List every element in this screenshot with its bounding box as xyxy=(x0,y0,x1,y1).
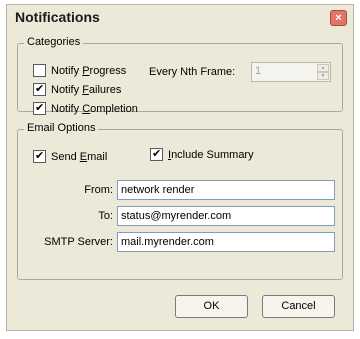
spinner-buttons[interactable]: ▲ ▼ xyxy=(317,64,329,80)
notify-completion-label: Notify Completion xyxy=(51,102,138,115)
to-label: To: xyxy=(98,210,113,222)
notify-failures-label: Notify Failures xyxy=(51,83,122,96)
notify-completion-checkbox[interactable]: Notify Completion xyxy=(33,101,138,115)
include-summary-label: Include Summary xyxy=(168,148,254,161)
send-email-box[interactable] xyxy=(33,149,46,163)
notify-failures-checkbox[interactable]: Notify Failures xyxy=(33,82,122,96)
notify-failures-box[interactable] xyxy=(33,82,46,96)
include-summary-checkbox[interactable]: Include Summary xyxy=(150,147,254,161)
notify-progress-box[interactable] xyxy=(33,64,46,77)
to-field[interactable] xyxy=(117,206,335,226)
cancel-button[interactable]: Cancel xyxy=(262,295,335,318)
every-nth-frame-value: 1 xyxy=(255,65,262,77)
from-field[interactable] xyxy=(117,180,335,200)
every-nth-frame-label: Every Nth Frame: xyxy=(149,66,236,78)
notify-progress-checkbox[interactable]: Notify Progress xyxy=(33,64,126,77)
spin-up-icon[interactable]: ▲ xyxy=(317,64,329,72)
title-bar: Notifications × xyxy=(7,5,353,30)
window: Notifications × Categories Notify Progre… xyxy=(0,0,360,339)
close-button[interactable]: × xyxy=(330,10,347,26)
categories-legend: Categories xyxy=(24,36,84,48)
send-email-checkbox[interactable]: Send Email xyxy=(33,149,108,163)
smtp-server-field[interactable] xyxy=(117,232,335,252)
dialog-title: Notifications xyxy=(15,9,100,25)
every-nth-frame-spinner[interactable]: 1 ▲ ▼ xyxy=(251,62,331,82)
ok-button[interactable]: OK xyxy=(175,295,248,318)
email-options-legend: Email Options xyxy=(24,122,99,134)
smtp-server-label: SMTP Server: xyxy=(44,236,113,248)
spin-down-icon[interactable]: ▼ xyxy=(317,72,329,80)
from-label: From: xyxy=(84,184,113,196)
send-email-label: Send Email xyxy=(51,150,108,163)
notify-progress-label: Notify Progress xyxy=(51,64,127,77)
notifications-dialog: Notifications × Categories Notify Progre… xyxy=(6,4,354,331)
include-summary-box[interactable] xyxy=(150,147,163,161)
notify-completion-box[interactable] xyxy=(33,101,46,115)
